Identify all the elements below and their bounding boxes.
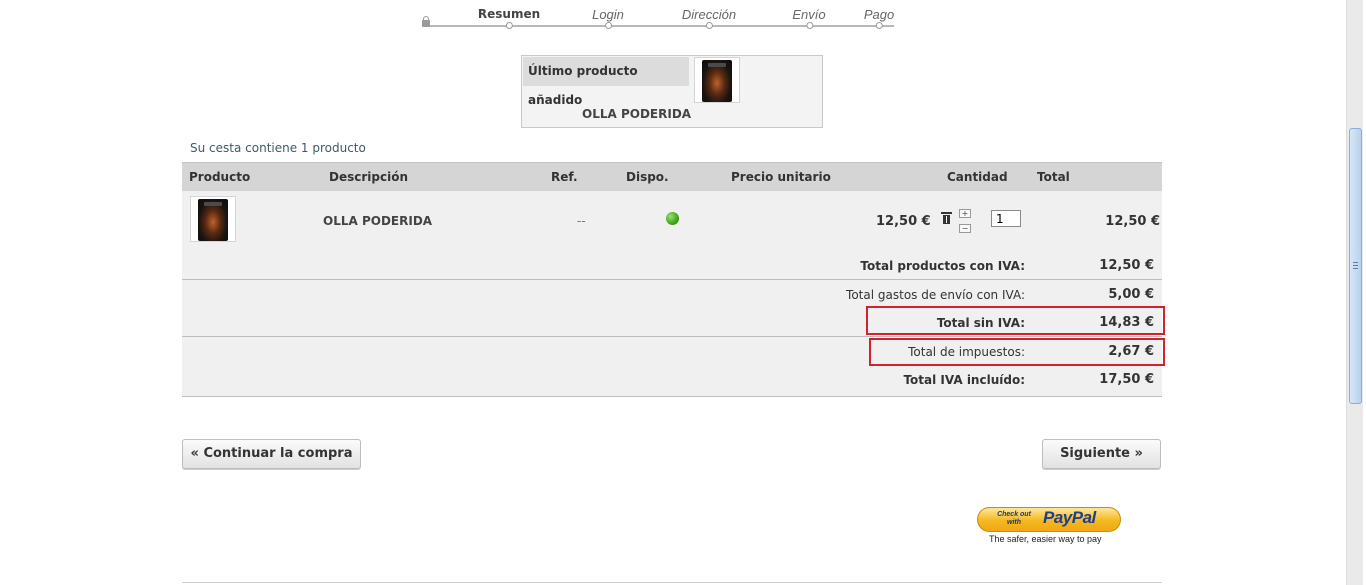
step-label: Resumen [477,7,541,21]
row-total: 12,50 € [1105,214,1160,229]
scrollbar-thumb[interactable] [1349,128,1362,404]
highlight-total-no-vat [866,306,1165,335]
col-producto: Producto [189,170,251,184]
step-label: Dirección [681,7,737,22]
grand-total-value: 17,50 € [1099,372,1154,387]
grand-total-label: Total IVA incluído: [903,373,1025,387]
jar-image-icon [702,60,732,102]
vertical-scrollbar[interactable] [1346,0,1363,585]
step-dot [706,22,713,29]
col-dispo: Dispo. [626,170,669,184]
quantity-down-button[interactable]: − [959,224,971,233]
checkout-page: Resumen Login Dirección Envío Pago Últim… [0,0,1366,585]
shipping-value: 5,00 € [1108,287,1154,302]
unit-price: 12,50 € [876,214,931,229]
product-description[interactable]: OLLA PODERIDA [323,214,432,228]
footer-divider [182,582,1162,583]
grip-icon [1353,262,1358,269]
table-header: Producto Descripción Ref. Dispo. Precio … [182,162,1162,191]
product-ref: -- [577,214,586,228]
step-label: Envío [792,7,826,22]
next-button[interactable]: Siguiente » [1042,439,1161,469]
col-descripcion: Descripción [329,170,408,184]
availability-dot-icon [666,212,679,225]
step-direccion: Dirección [681,7,737,29]
last-product-name[interactable]: OLLA PODERIDA [582,107,691,121]
step-label: Pago [863,7,895,22]
row-divider [182,336,1162,337]
product-image[interactable] [190,196,236,242]
paypal-checkout-button[interactable]: Check out with PayPal The safer, easier … [977,507,1122,547]
col-precio: Precio unitario [731,170,831,184]
checkout-steps: Resumen Login Dirección Envío Pago [422,0,898,32]
last-product-box: Último producto añadido OLLA PODERIDA [521,55,823,128]
row-divider [182,279,1162,280]
step-envio: Envío [792,7,826,29]
paypal-check-text: Check out with [997,511,1031,526]
step-label: Login [592,7,624,22]
step-dot [506,22,513,29]
step-pago: Pago [863,7,895,29]
total-products-label: Total productos con IVA: [860,259,1025,273]
paypal-logo: PayPal [1043,508,1096,527]
col-cantidad: Cantidad [947,170,1008,184]
steps-track [426,25,894,27]
jar-image-icon [198,199,228,241]
continue-shopping-button[interactable]: « Continuar la compra [182,439,361,469]
total-products-value: 12,50 € [1099,258,1154,273]
lock-icon [422,16,430,27]
last-product-heading: Último producto añadido [523,57,689,107]
highlight-taxes [869,338,1165,366]
last-product-image[interactable] [694,57,740,103]
step-dot [605,22,612,29]
quantity-input[interactable] [991,210,1021,227]
step-dot [806,22,813,29]
shipping-label: Total gastos de envío con IVA: [846,288,1025,302]
col-total: Total [1037,170,1070,184]
trash-icon[interactable] [941,211,952,224]
step-dot [876,22,883,29]
step-login: Login [592,7,624,29]
cart-count-text: Su cesta contiene 1 producto [190,141,366,155]
step-resumen: Resumen [477,7,541,29]
quantity-up-button[interactable]: + [959,209,971,218]
col-ref: Ref. [551,170,578,184]
paypal-tagline: The safer, easier way to pay [989,534,1102,544]
